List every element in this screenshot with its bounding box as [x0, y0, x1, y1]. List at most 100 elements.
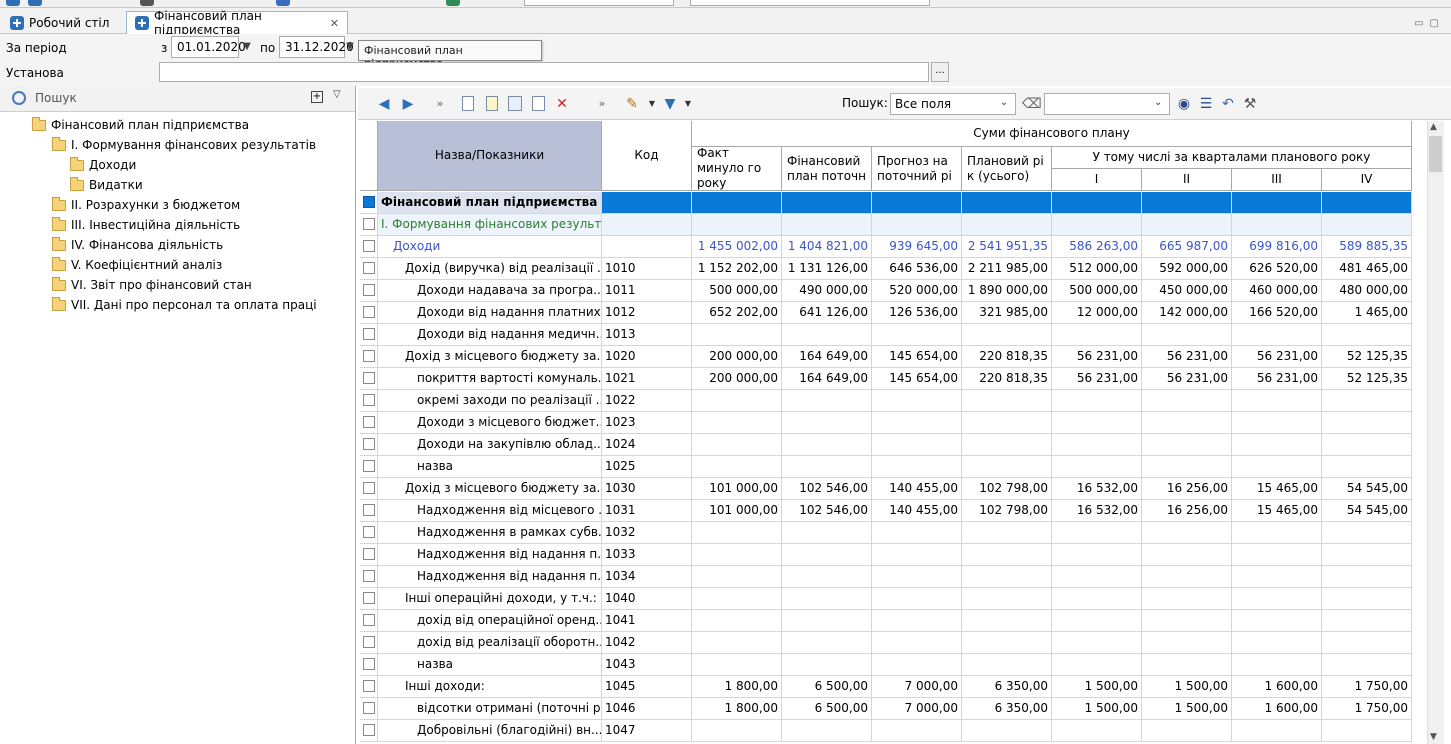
chevron-down-icon[interactable]: ⌄: [1000, 97, 1008, 108]
wand-icon[interactable]: ✎: [624, 96, 640, 112]
row-selector[interactable]: [360, 192, 378, 214]
row-checkbox[interactable]: [363, 702, 375, 714]
chevron-down-icon[interactable]: ▽: [333, 89, 341, 100]
row-selector[interactable]: [360, 566, 378, 588]
row-selector[interactable]: [360, 302, 378, 324]
scrollbar-thumb[interactable]: [1429, 136, 1442, 172]
row-checkbox[interactable]: [363, 482, 375, 494]
row-selector[interactable]: [360, 368, 378, 390]
row-selector[interactable]: [360, 588, 378, 610]
row-selector[interactable]: [360, 390, 378, 412]
tree-item[interactable]: Видатки: [70, 175, 143, 195]
row-checkbox[interactable]: [363, 548, 375, 560]
row-selector[interactable]: [360, 478, 378, 500]
row-selector[interactable]: [360, 610, 378, 632]
column-header-code[interactable]: Код: [602, 121, 692, 191]
row-checkbox[interactable]: [363, 680, 375, 692]
toolbar-combobox[interactable]: [524, 0, 674, 6]
row-checkbox[interactable]: [363, 306, 375, 318]
tab-desktop[interactable]: Робочий стіл: [2, 11, 120, 34]
arrow-right-icon[interactable]: ▶: [400, 96, 416, 112]
row-checkbox[interactable]: [363, 416, 375, 428]
expand-all-icon[interactable]: +: [311, 91, 323, 103]
view-document-icon[interactable]: [532, 96, 545, 111]
row-selector[interactable]: [360, 544, 378, 566]
tree-item[interactable]: Фінансовий план підприємства: [32, 115, 249, 135]
row-checkbox[interactable]: [363, 658, 375, 670]
row-selector[interactable]: [360, 412, 378, 434]
scroll-up-icon[interactable]: ▲: [1430, 122, 1437, 132]
tree-item[interactable]: V. Коефіцієнтний аналіз: [52, 255, 222, 275]
row-checkbox[interactable]: [363, 196, 375, 208]
row-checkbox[interactable]: [363, 724, 375, 736]
column-header-forecast[interactable]: Прогноз на поточний рі: [872, 147, 962, 191]
row-selector[interactable]: [360, 346, 378, 368]
header-group-sums[interactable]: Суми фінансового плану: [692, 121, 1412, 147]
column-header-q1[interactable]: I: [1052, 169, 1142, 191]
row-selector[interactable]: [360, 280, 378, 302]
vertical-scrollbar[interactable]: [1427, 121, 1444, 744]
tab-financial-plan[interactable]: Фінансовий план підприємства ✕: [126, 9, 348, 37]
row-selector-header[interactable]: [360, 121, 378, 191]
row-checkbox[interactable]: [363, 592, 375, 604]
search-value-input[interactable]: [1044, 93, 1170, 115]
delete-icon[interactable]: ✕: [554, 96, 570, 112]
row-checkbox[interactable]: [363, 284, 375, 296]
row-selector[interactable]: [360, 676, 378, 698]
row-checkbox[interactable]: [363, 218, 375, 230]
close-icon[interactable]: ✕: [330, 17, 339, 30]
tree-item[interactable]: III. Інвестиційна діяльність: [52, 215, 240, 235]
chevron-down-icon[interactable]: ▼: [680, 96, 696, 112]
row-checkbox[interactable]: [363, 262, 375, 274]
row-checkbox[interactable]: [363, 350, 375, 362]
window-controls[interactable]: ▭▢: [1414, 18, 1445, 29]
column-header-q2[interactable]: II: [1142, 169, 1232, 191]
row-selector[interactable]: [360, 522, 378, 544]
row-selector[interactable]: [360, 324, 378, 346]
row-checkbox[interactable]: [363, 504, 375, 516]
toolbar-tool-icon[interactable]: [140, 0, 154, 6]
binoculars-icon[interactable]: ◉: [1176, 96, 1192, 112]
to-date-input[interactable]: 31.12.2020: [279, 36, 354, 58]
row-checkbox[interactable]: [363, 614, 375, 626]
institution-input[interactable]: [159, 62, 929, 82]
row-checkbox[interactable]: [363, 636, 375, 648]
chevron-down-icon[interactable]: ▼: [238, 36, 256, 58]
row-checkbox[interactable]: [363, 372, 375, 384]
tree-item[interactable]: VII. Дані про персонал та оплата праці: [52, 295, 317, 315]
arrow-left-icon[interactable]: ◀: [376, 96, 392, 112]
list-icon[interactable]: ☰: [1198, 96, 1214, 112]
row-selector[interactable]: [360, 632, 378, 654]
tree-item[interactable]: IV. Фінансова діяльність: [52, 235, 223, 255]
toolbar-combobox-2[interactable]: [690, 0, 930, 6]
eraser-icon[interactable]: ⌫: [1022, 96, 1042, 112]
chevron-down-icon[interactable]: ▼: [344, 36, 356, 58]
column-header-fin-current[interactable]: Фінансовий план поточн: [782, 147, 872, 191]
row-selector[interactable]: [360, 720, 378, 742]
header-group-quarters[interactable]: У тому числі за кварталами планового рок…: [1052, 147, 1412, 169]
tree-item[interactable]: I. Формування фінансових результатів: [52, 135, 316, 155]
toolbar-globe-icon[interactable]: [446, 0, 460, 6]
back-icon[interactable]: [6, 0, 20, 6]
copy-document-icon[interactable]: [508, 96, 522, 111]
overflow-icon[interactable]: »: [594, 96, 610, 112]
tools-icon[interactable]: ⚒: [1242, 96, 1258, 112]
toolbar-doc-icon[interactable]: [276, 0, 290, 6]
row-checkbox[interactable]: [363, 240, 375, 252]
row-checkbox[interactable]: [363, 394, 375, 406]
row-selector[interactable]: [360, 236, 378, 258]
tree-item[interactable]: VI. Звіт про фінансовий стан: [52, 275, 252, 295]
chevron-down-icon[interactable]: ⌄: [1154, 97, 1162, 108]
row-selector[interactable]: [360, 258, 378, 280]
column-header-name[interactable]: Назва/Показники: [378, 121, 602, 191]
column-header-fact[interactable]: Факт минуло го року: [692, 147, 782, 191]
tree-item[interactable]: II. Розрахунки з бюджетом: [52, 195, 240, 215]
row-checkbox[interactable]: [363, 460, 375, 472]
row-selector[interactable]: [360, 654, 378, 676]
scroll-down-icon[interactable]: ▼: [1430, 732, 1437, 742]
search-field-select[interactable]: Все поля: [890, 93, 1016, 115]
search-icon[interactable]: [12, 91, 26, 105]
row-selector[interactable]: [360, 500, 378, 522]
tree-item[interactable]: Доходи: [70, 155, 136, 175]
edit-document-icon[interactable]: [486, 96, 498, 111]
